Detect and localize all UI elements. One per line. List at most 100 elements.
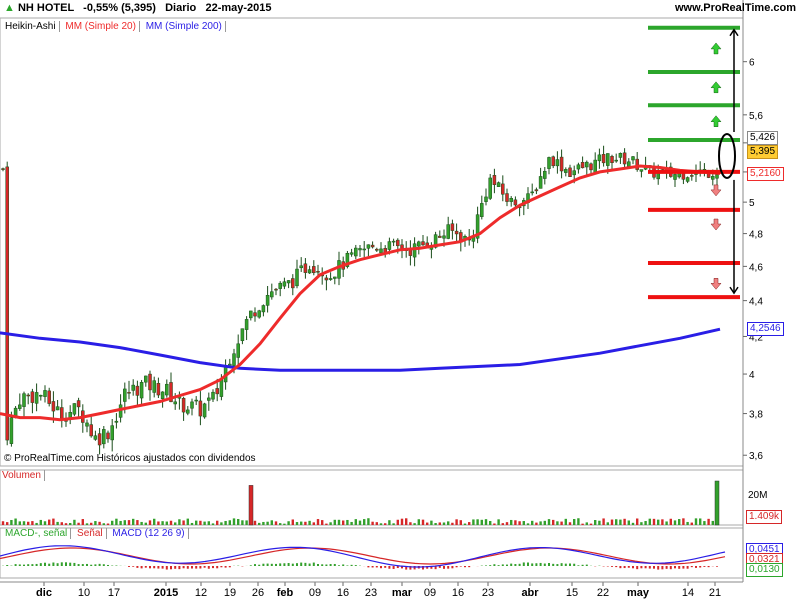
macd-hist-bar — [707, 566, 710, 568]
macd-hist-bar — [157, 566, 160, 569]
macd-hist-bar — [228, 566, 231, 568]
volume-bar — [472, 519, 475, 525]
macd-hist-bar — [636, 566, 639, 570]
macd-hist-bar — [69, 562, 72, 566]
volume-bar — [648, 518, 651, 525]
candle-body — [530, 191, 534, 194]
volume-bar — [476, 519, 479, 525]
macd-hist-bar — [380, 566, 382, 569]
volume-bar — [661, 519, 664, 525]
candle-body — [681, 173, 686, 180]
macd-legend-signal[interactable]: Señal — [74, 528, 107, 539]
volume-bar — [174, 522, 177, 525]
macd-hist-bar — [153, 566, 156, 569]
macd-hist-bar — [346, 565, 349, 566]
candle-body — [152, 380, 156, 393]
volume-bar — [304, 521, 307, 525]
volume-bar — [581, 523, 584, 525]
macd-hist-bar — [266, 563, 269, 566]
x-tick-label: feb — [277, 587, 294, 599]
macd-hist-bar — [644, 566, 647, 569]
y-tick-label: 3,8 — [749, 410, 763, 421]
candle-body — [135, 385, 140, 396]
volume-label[interactable]: Volumen — [2, 470, 45, 481]
candle-body — [547, 157, 551, 169]
change-label: -0,55% (5,395) — [83, 2, 156, 14]
candle-body — [270, 291, 274, 298]
volume-bar — [186, 518, 189, 525]
macd-hist-bar — [275, 563, 277, 566]
volume-bar — [153, 518, 156, 525]
volume-bar — [10, 519, 13, 525]
candle-body — [496, 182, 501, 187]
macd-hist-bar — [94, 564, 97, 566]
volume-bar — [388, 520, 391, 525]
x-tick-label: abr — [521, 587, 539, 599]
candle-body — [127, 392, 131, 394]
candle-body — [173, 401, 177, 405]
candle-body — [303, 263, 308, 273]
legend-ma200[interactable]: MM (Simple 200) — [142, 21, 226, 32]
candle-body — [601, 154, 606, 164]
volume-bar — [73, 519, 76, 525]
volume-bar — [253, 520, 257, 525]
legend-heikin-ashi[interactable]: Heikin-Ashi — [2, 21, 60, 32]
macd-hist-bar — [585, 564, 588, 566]
macd-hist-bar — [506, 564, 508, 566]
volume-bar — [543, 520, 546, 525]
volume-bar — [392, 523, 395, 525]
volume-bar — [438, 522, 441, 525]
macd-hist-bar — [443, 566, 445, 569]
candle-body — [286, 280, 291, 284]
volume-bar — [627, 520, 630, 525]
volume-bar — [291, 519, 294, 525]
candle-body — [291, 278, 295, 289]
x-tick-label: 09 — [309, 587, 321, 599]
macd-hist-bar — [367, 566, 370, 568]
macd-hist-bar — [86, 563, 88, 566]
macd-legend-hist[interactable]: MACD-, señal — [2, 528, 72, 539]
macd-hist-bar — [73, 562, 76, 566]
price-tag-last: 5,395 — [747, 145, 779, 159]
candle-body — [97, 433, 102, 446]
candle-body — [9, 417, 14, 444]
candle-body — [261, 305, 266, 313]
volume-bar — [220, 522, 223, 525]
legend-ma20[interactable]: MM (Simple 20) — [62, 21, 140, 32]
candle-body — [366, 244, 371, 249]
macd-hist-bar — [665, 566, 668, 569]
candle-body — [438, 235, 442, 238]
macd-hist-bar — [581, 564, 584, 566]
macd-hist-bar — [459, 566, 462, 567]
candle-body — [207, 397, 211, 401]
volume-bar — [312, 522, 315, 525]
candle-body — [551, 156, 555, 167]
macd-hist-bar — [648, 566, 651, 569]
volume-bar — [90, 522, 93, 525]
volume-bar — [123, 520, 126, 525]
volume-bar — [573, 519, 576, 525]
volume-bar — [619, 519, 622, 525]
x-tick-label: 09 — [424, 587, 436, 599]
candle-body — [26, 394, 30, 397]
x-tick-label: 10 — [78, 587, 90, 599]
macd-hist-bar — [149, 566, 151, 569]
x-tick-label: 21 — [709, 587, 721, 599]
macd-hist-bar — [514, 564, 517, 566]
macd-legend-macd[interactable]: MACD (12 26 9) — [109, 528, 189, 539]
volume-bar — [157, 521, 160, 525]
macd-hist-bar — [577, 565, 580, 566]
macd-hist-bar — [674, 566, 676, 569]
macd-hist-bar — [493, 564, 496, 566]
candle-body — [505, 193, 509, 202]
x-tick-label: 22 — [597, 587, 609, 599]
macd-hist-bar — [60, 562, 63, 566]
macd-hist-bar — [254, 564, 256, 566]
trend-up-icon: ▲ — [4, 2, 15, 14]
macd-hist-bar — [632, 566, 634, 569]
x-tick-label: 12 — [195, 587, 207, 599]
volume-bar — [535, 522, 538, 525]
volume-bar — [329, 522, 332, 525]
volume-bar — [56, 521, 59, 525]
candle-body — [715, 174, 719, 179]
